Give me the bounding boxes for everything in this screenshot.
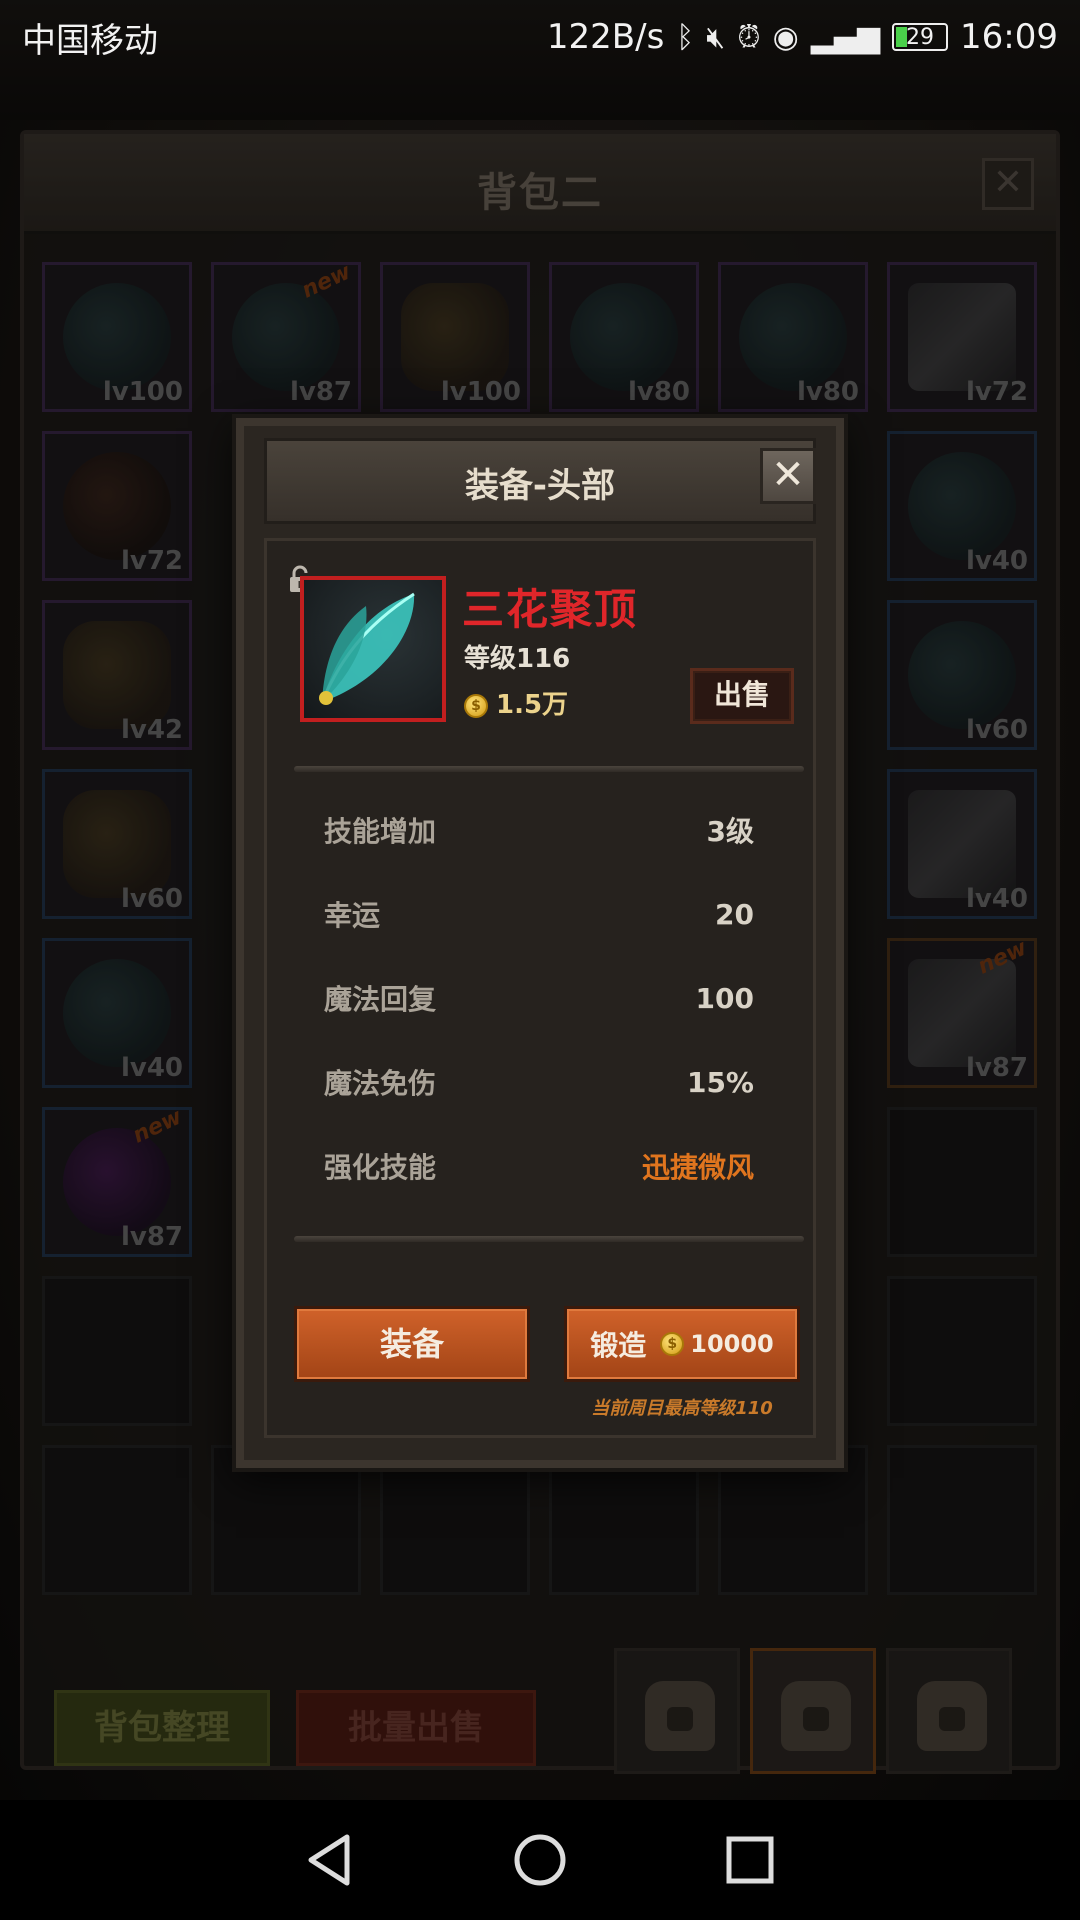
stat-row: 幸运 20 <box>324 894 754 934</box>
dialog-title: 装备-头部 <box>464 466 616 506</box>
status-bar: 中国移动 122B/s ᛒ 🔇︎ ⏰︎ ◉ ▂▄▆ 29 16:09 <box>0 0 1080 74</box>
stat-label: 魔法免伤 <box>324 1067 437 1100</box>
status-icons: 122B/s ᛒ 🔇︎ ⏰︎ ◉ ▂▄▆ 29 16:09 <box>547 17 1058 57</box>
back-button[interactable] <box>300 1830 360 1890</box>
sell-button[interactable]: 出售 <box>690 668 794 724</box>
home-button[interactable] <box>510 1830 570 1890</box>
divider <box>294 766 804 772</box>
stat-label: 幸运 <box>324 899 381 932</box>
coin-icon: $ <box>464 693 488 718</box>
stat-row: 魔法回复 100 <box>324 978 754 1018</box>
recents-square-icon <box>726 1836 774 1884</box>
stat-value: 100 <box>695 981 754 1015</box>
battery-icon: 29 <box>892 23 949 51</box>
stat-row: 强化技能 迅捷微风 <box>324 1146 754 1186</box>
stat-label: 魔法回复 <box>324 983 437 1016</box>
equipment-detail-dialog: 装备-头部 ✕ 三花聚顶 等级116 $1.5万 出售 技能增加 3级 幸运 2… <box>236 418 844 1468</box>
eye-icon: ◉ <box>772 19 799 55</box>
navigation-bar <box>0 1800 1080 1920</box>
alarm-icon: ⏰︎ <box>737 19 761 55</box>
stat-value: 20 <box>715 897 754 931</box>
item-name: 三花聚顶 <box>462 585 639 634</box>
clock: 16:09 <box>960 17 1058 57</box>
coin-icon: $ <box>660 1332 685 1356</box>
mute-icon: 🔇︎ <box>706 19 726 55</box>
item-level: 等级116 <box>464 644 571 674</box>
stat-label: 技能增加 <box>324 815 437 848</box>
forge-cost: $ 10000 <box>660 1330 774 1358</box>
home-circle-icon <box>514 1834 566 1886</box>
stat-value: 迅捷微风 <box>641 1151 754 1184</box>
item-icon-frame <box>300 576 446 722</box>
recents-button[interactable] <box>720 1830 780 1890</box>
equip-button[interactable]: 装备 <box>294 1306 530 1382</box>
net-speed: 122B/s <box>546 17 665 57</box>
stat-label: 强化技能 <box>324 1151 437 1184</box>
forge-label: 锻造 <box>590 1329 647 1362</box>
back-triangle-icon <box>308 1834 350 1886</box>
stat-row: 技能增加 3级 <box>324 810 754 850</box>
stat-value: 3级 <box>706 815 754 848</box>
item-price: $1.5万 <box>464 684 568 721</box>
signal-icon: ▂▄▆ <box>810 19 881 55</box>
forge-button[interactable]: 锻造 $ 10000 <box>564 1306 800 1382</box>
carrier-name: 中国移动 <box>22 20 158 61</box>
bluetooth-icon: ᛒ <box>676 19 695 55</box>
divider <box>294 1236 804 1242</box>
crystal-leaf-icon <box>319 592 415 705</box>
dialog-close-button[interactable]: ✕ <box>760 448 816 504</box>
stat-value: 15% <box>686 1065 754 1099</box>
forge-note: 当前周目最高等级110 <box>591 1398 773 1419</box>
stat-row: 魔法免伤 15% <box>324 1062 754 1102</box>
